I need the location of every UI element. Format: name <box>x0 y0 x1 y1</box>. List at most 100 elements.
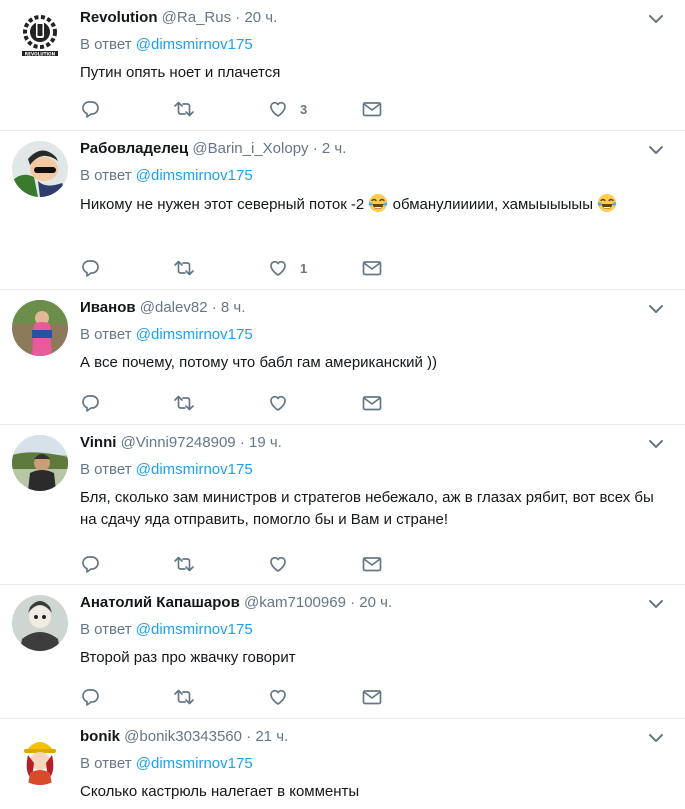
tears-of-joy-emoji-icon <box>597 193 617 213</box>
avatar[interactable] <box>12 595 68 651</box>
timestamp[interactable]: 21 ч. <box>255 728 288 745</box>
username[interactable]: @dalev82 <box>140 299 208 316</box>
avatar[interactable] <box>12 435 68 491</box>
chevron-down-icon[interactable] <box>647 435 665 453</box>
tweet-text: Никому не нужен этот северный поток -2 о… <box>80 193 673 216</box>
tweet-actions: 1 <box>80 257 400 279</box>
chevron-down-icon[interactable] <box>647 595 665 613</box>
like-icon <box>270 556 286 572</box>
direct-message-button[interactable] <box>362 257 382 279</box>
tweet-header: Revolution @Ra_Rus · 20 ч. <box>80 8 673 28</box>
avatar[interactable] <box>12 729 68 785</box>
like-count: 3 <box>300 101 308 117</box>
timestamp[interactable]: 20 ч. <box>359 594 392 611</box>
retweet-icon <box>174 556 194 572</box>
tweet-text: Бля, сколько зам министров и стратегов н… <box>80 489 654 528</box>
tweet-text: Сколько кастрюль налегает в комменты <box>80 783 360 800</box>
retweet-button[interactable] <box>174 257 194 279</box>
reply-prefix: В ответ <box>80 36 132 53</box>
reply-to-link[interactable]: @dimsmirnov175 <box>136 326 253 343</box>
fullname[interactable]: Vinni <box>80 434 116 451</box>
reply-to-link[interactable]: @dimsmirnov175 <box>136 461 253 478</box>
like-icon <box>270 395 286 411</box>
chevron-down-icon[interactable] <box>647 141 665 159</box>
tweet[interactable]: Иванов @dalev82 · 8 ч. В ответ @dimsmirn… <box>0 290 685 425</box>
retweet-button[interactable] <box>174 553 194 575</box>
reply-prefix: В ответ <box>80 326 132 343</box>
tweet[interactable]: bonik @bonik30343560 · 21 ч. В ответ @di… <box>0 719 685 809</box>
reply-icon <box>82 101 99 118</box>
tweet-content: Рабовладелец @Barin_i_Xolopy · 2 ч. В от… <box>80 139 673 216</box>
tweet-content: Иванов @dalev82 · 8 ч. В ответ @dimsmirn… <box>80 298 673 374</box>
tweet[interactable]: Рабовладелец @Barin_i_Xolopy · 2 ч. В от… <box>0 131 685 290</box>
retweet-button[interactable] <box>174 98 194 120</box>
reply-button[interactable] <box>80 686 100 708</box>
username[interactable]: @kam7100969 <box>244 594 346 611</box>
reply-button[interactable] <box>80 98 100 120</box>
retweet-icon <box>174 101 194 117</box>
separator: · <box>211 299 217 316</box>
tweet-header: bonik @bonik30343560 · 21 ч. <box>80 727 673 747</box>
reply-prefix: В ответ <box>80 621 132 638</box>
like-count: 1 <box>300 260 308 276</box>
tweet-content: Vinni @Vinni97248909 · 19 ч. В ответ @di… <box>80 433 673 531</box>
reply-button[interactable] <box>80 553 100 575</box>
tweet[interactable]: REVOLUTION Revolution @Ra_Rus · 20 ч. В … <box>0 0 685 131</box>
direct-message-icon <box>362 557 382 572</box>
fullname[interactable]: bonik <box>80 728 120 745</box>
reply-icon <box>82 395 99 412</box>
direct-message-icon <box>362 396 382 411</box>
avatar[interactable] <box>12 141 68 197</box>
avatar[interactable]: REVOLUTION <box>12 10 68 66</box>
timestamp[interactable]: 8 ч. <box>221 299 246 316</box>
like-button[interactable] <box>268 686 300 708</box>
timestamp[interactable]: 20 ч. <box>244 9 277 26</box>
like-icon <box>270 260 286 276</box>
tweet[interactable]: Анатолий Капашаров @kam7100969 · 20 ч. В… <box>0 585 685 719</box>
direct-message-icon <box>362 102 382 117</box>
direct-message-button[interactable] <box>362 553 382 575</box>
reply-to-link[interactable]: @dimsmirnov175 <box>136 36 253 53</box>
direct-message-button[interactable] <box>362 98 382 120</box>
chevron-down-icon[interactable] <box>647 10 665 28</box>
fullname[interactable]: Иванов <box>80 299 136 316</box>
separator: · <box>246 728 252 745</box>
reply-button[interactable] <box>80 257 100 279</box>
retweet-button[interactable] <box>174 392 194 414</box>
reply-button[interactable] <box>80 392 100 414</box>
retweet-button[interactable] <box>174 686 194 708</box>
avatar[interactable] <box>12 300 68 356</box>
revolution-logo-icon: REVOLUTION <box>12 10 68 66</box>
tweet[interactable]: Vinni @Vinni97248909 · 19 ч. В ответ @di… <box>0 425 685 585</box>
like-button[interactable] <box>268 553 300 575</box>
chevron-down-icon[interactable] <box>647 300 665 318</box>
reply-to-link[interactable]: @dimsmirnov175 <box>136 621 253 638</box>
tweet-header: Иванов @dalev82 · 8 ч. <box>80 298 673 318</box>
timestamp[interactable]: 19 ч. <box>249 434 282 451</box>
username[interactable]: @bonik30343560 <box>124 728 242 745</box>
fullname[interactable]: Анатолий Капашаров <box>80 594 240 611</box>
reply-to-link[interactable]: @dimsmirnov175 <box>136 755 253 772</box>
like-button[interactable] <box>268 392 300 414</box>
username[interactable]: @Vinni97248909 <box>121 434 236 451</box>
fullname[interactable]: Рабовладелец <box>80 140 188 157</box>
username[interactable]: @Ra_Rus <box>162 9 231 26</box>
direct-message-icon <box>362 690 382 705</box>
like-button[interactable]: 1 <box>268 257 307 279</box>
tweet-text-part: обманулиииии, хамыыыыыы <box>388 196 593 213</box>
person-photo-icon <box>12 595 68 651</box>
svg-text:REVOLUTION: REVOLUTION <box>25 51 56 56</box>
tweet-actions <box>80 392 400 414</box>
reply-prefix: В ответ <box>80 461 132 478</box>
like-button[interactable]: 3 <box>268 98 307 120</box>
direct-message-button[interactable] <box>362 686 382 708</box>
username[interactable]: @Barin_i_Xolopy <box>192 140 308 157</box>
fullname[interactable]: Revolution <box>80 9 158 26</box>
timestamp[interactable]: 2 ч. <box>322 140 347 157</box>
reply-to-link[interactable]: @dimsmirnov175 <box>136 167 253 184</box>
separator: · <box>350 594 356 611</box>
reply-context: В ответ @dimsmirnov175 <box>80 460 673 480</box>
direct-message-button[interactable] <box>362 392 382 414</box>
reply-prefix: В ответ <box>80 167 132 184</box>
chevron-down-icon[interactable] <box>647 729 665 747</box>
